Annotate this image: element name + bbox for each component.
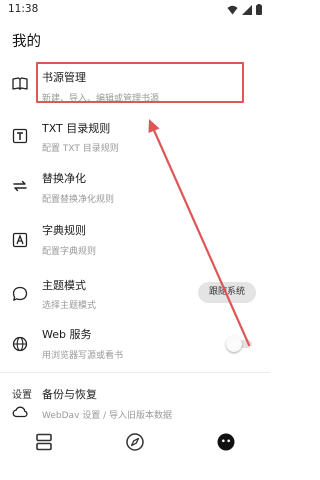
item-subtitle: 配置 TXT 目录规则 — [42, 144, 119, 154]
face-icon[interactable] — [214, 430, 238, 454]
cloud-icon — [12, 406, 28, 418]
item-subtitle: 用浏览器写源或看书 — [42, 351, 124, 361]
item-title: TXT 目录规则 — [42, 122, 111, 135]
section-title-settings: 设置 — [12, 390, 32, 401]
item-title: Web 服务 — [42, 328, 92, 341]
status-time: 11:38 — [8, 3, 39, 15]
a-box-icon — [12, 232, 28, 248]
bottom-nav — [0, 420, 270, 480]
web-service-switch[interactable] — [226, 336, 252, 352]
item-subtitle: 选择主题模式 — [42, 301, 97, 311]
status-bar: 11:38 — [0, 0, 270, 22]
book-open-icon — [12, 77, 28, 90]
wifi-icon — [227, 5, 238, 14]
status-icons — [227, 4, 262, 15]
menu-item-theme-mode[interactable]: 主题模式 选择主题模式 跟随系统 — [0, 268, 270, 316]
page-title: 我的 — [12, 34, 41, 50]
battery-icon — [256, 4, 262, 15]
item-subtitle: 配置替换净化规则 — [42, 195, 115, 205]
item-title: 备份与恢复 — [42, 388, 97, 401]
menu-item-txt-rules[interactable]: TXT 目录规则 配置 TXT 目录规则 — [0, 110, 270, 158]
menu-item-web-service[interactable]: Web 服务 用浏览器写源或看书 — [0, 318, 270, 366]
switch-knob — [226, 336, 242, 352]
swap-arrows-icon — [13, 180, 27, 192]
item-title: 字典规则 — [42, 224, 86, 237]
bookshelf-icon[interactable] — [32, 430, 56, 454]
item-title: 主题模式 — [42, 279, 86, 292]
speech-bubble-icon — [12, 286, 28, 301]
signal-icon — [242, 4, 252, 15]
item-title: 替换净化 — [42, 172, 86, 185]
menu-item-replace-rules[interactable]: 替换净化 配置替换净化规则 — [0, 158, 270, 206]
theme-mode-value[interactable]: 跟随系统 — [198, 282, 256, 303]
compass-icon[interactable] — [123, 430, 147, 454]
divider — [0, 372, 270, 373]
menu-item-dict-rules[interactable]: 字典规则 配置字典规则 — [0, 212, 270, 260]
t-box-icon — [12, 128, 28, 144]
annotation-highlight-box — [36, 62, 244, 103]
globe-icon — [12, 336, 28, 352]
item-subtitle: 配置字典规则 — [42, 247, 97, 257]
